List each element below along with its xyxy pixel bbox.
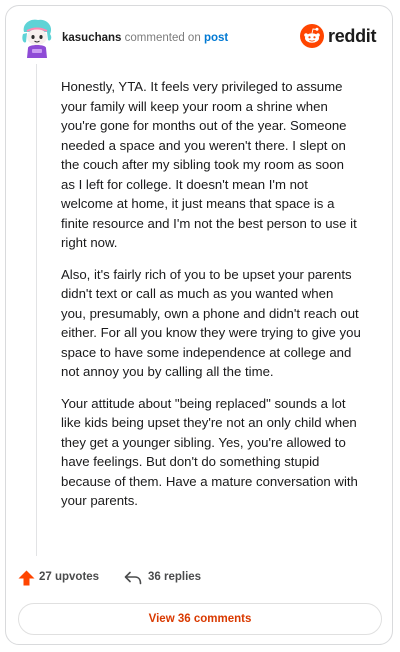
username-link[interactable]: kasuchans [62,32,121,44]
comment-paragraph: Your attitude about "being replaced" sou… [61,395,358,509]
snoo-avatar-icon [22,19,52,58]
view-comments-button[interactable]: View 36 comments [18,603,382,635]
reply-arrow-icon [124,571,142,585]
post-link[interactable]: post [204,32,228,44]
reddit-wordmark: reddit [328,26,377,46]
upvote-count: 27 upvotes [39,571,100,583]
comment-paragraph: Honestly, YTA. It feels very privileged … [61,79,357,250]
reddit-brand[interactable]: reddit [300,24,378,50]
action-text: commented on [124,32,201,44]
thread-line[interactable] [36,64,37,556]
comment-card: kasuchans commented on post reddit Hones… [5,5,393,645]
reddit-logo-icon [300,24,324,48]
comment-header: kasuchans commented on post reddit [18,18,380,58]
reply-count: 36 replies [148,571,202,583]
comment-body: Honestly, YTA. It feels very privileged … [61,77,361,523]
comment-actions: 27 upvotes 36 replies [18,568,378,588]
user-avatar[interactable] [20,18,54,58]
comment-byline: kasuchans commented on post [62,31,228,45]
upvote-arrow-icon [18,570,35,586]
comment-paragraph: Also, it's fairly rich of you to be upse… [61,266,361,380]
